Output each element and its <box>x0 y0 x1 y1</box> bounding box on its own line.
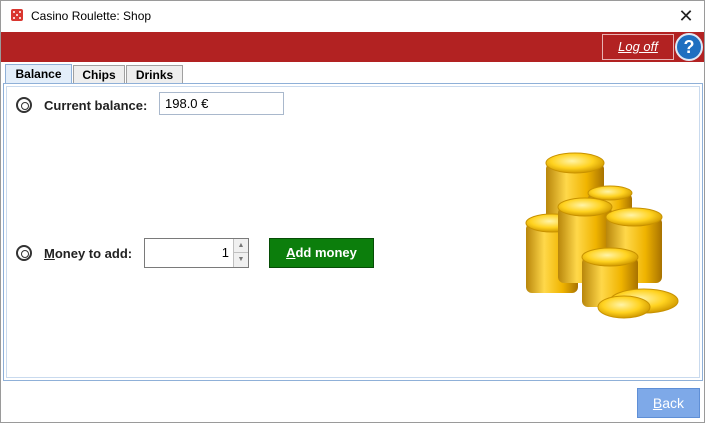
spin-up-icon[interactable]: ▲ <box>233 239 248 253</box>
money-to-add-label: Money to add: <box>44 246 132 261</box>
chip-icon <box>16 97 32 113</box>
current-balance-label: Current balance: <box>44 98 148 113</box>
current-balance-field: 198.0 € <box>159 92 284 115</box>
tab-balance[interactable]: Balance <box>5 64 72 85</box>
back-mnemonic: B <box>652 395 663 411</box>
back-text: ack <box>662 395 685 411</box>
gold-coins-illustration <box>525 152 679 319</box>
app-icon <box>11 9 23 21</box>
money-label-mnemonic: M <box>44 246 55 261</box>
add-money-button[interactable]: Add money <box>269 238 374 268</box>
tab-chips[interactable]: Chips <box>73 65 125 84</box>
window-title: Casino Roulette: Shop <box>31 9 152 23</box>
add-money-text: dd money <box>295 245 357 260</box>
shop-window: Casino Roulette: Shop ✕ Log off ? Balanc… <box>0 0 705 423</box>
chip-icon <box>16 245 32 261</box>
close-icon[interactable]: ✕ <box>676 5 696 27</box>
title-bar: Casino Roulette: Shop ✕ <box>1 1 704 32</box>
money-to-add-stepper[interactable]: 1 ▲ ▼ <box>144 238 249 268</box>
logoff-button[interactable]: Log off <box>602 34 674 60</box>
help-icon[interactable]: ? <box>675 33 703 61</box>
header-bar <box>1 32 704 62</box>
money-to-add-input[interactable]: 1 <box>145 239 233 267</box>
back-button[interactable]: Back <box>637 388 700 418</box>
money-label-text: oney to add: <box>54 246 133 261</box>
spin-down-icon[interactable]: ▼ <box>233 253 248 267</box>
tab-drinks[interactable]: Drinks <box>126 65 183 84</box>
